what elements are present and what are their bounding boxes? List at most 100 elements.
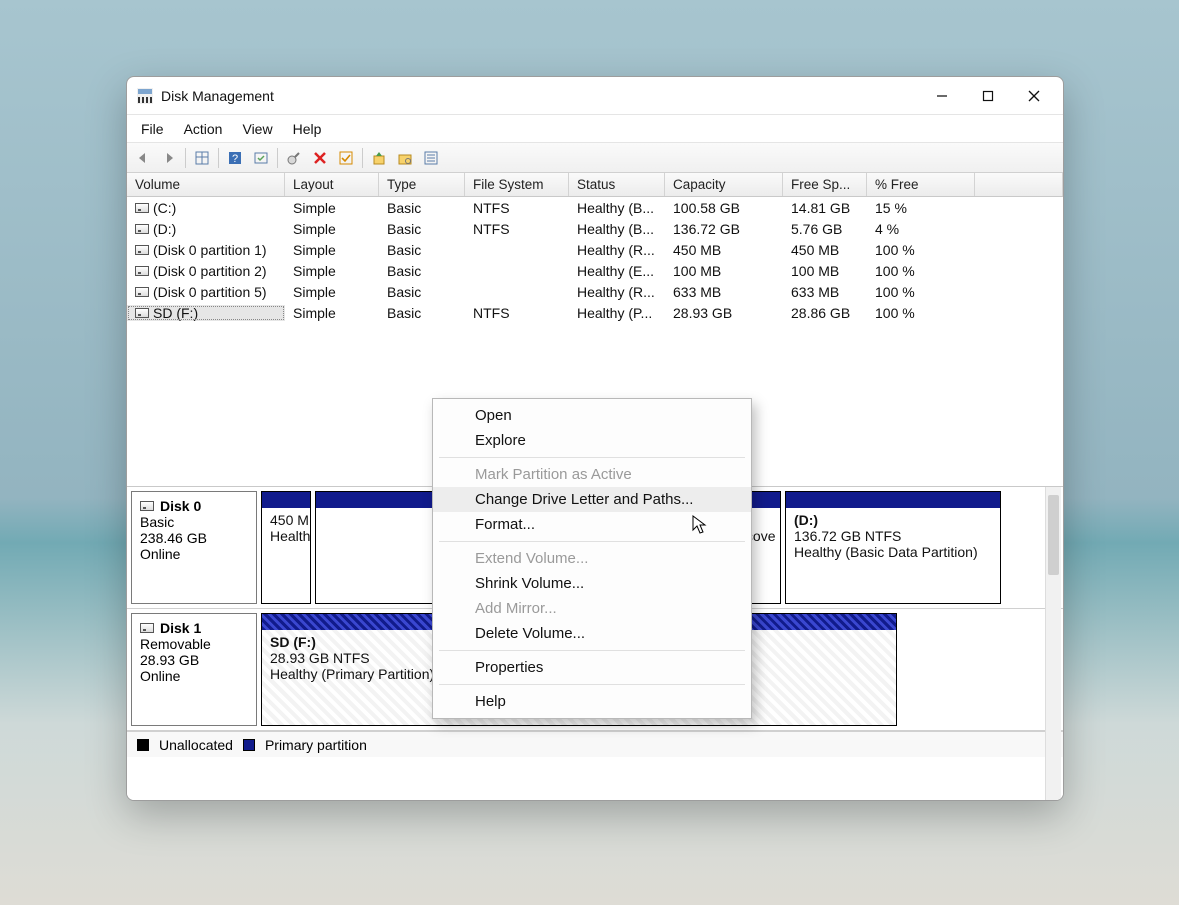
col-status[interactable]: Status xyxy=(569,173,665,196)
menubar: File Action View Help xyxy=(127,115,1063,143)
cell: NTFS xyxy=(465,305,569,321)
volume-icon xyxy=(135,245,149,255)
volume-row[interactable]: (Disk 0 partition 2)SimpleBasicHealthy (… xyxy=(127,260,1063,281)
cell: 4 % xyxy=(867,221,975,237)
cell: Healthy (P... xyxy=(569,305,665,321)
svg-text:?: ? xyxy=(232,153,238,165)
ctx-change-drive-letter[interactable]: Change Drive Letter and Paths... xyxy=(433,487,751,512)
toolbar: ? xyxy=(127,143,1063,173)
cell: 15 % xyxy=(867,200,975,216)
window-title: Disk Management xyxy=(161,88,274,104)
cell: 633 MB xyxy=(665,284,783,300)
cell: Healthy (B... xyxy=(569,221,665,237)
up-icon[interactable] xyxy=(367,147,391,169)
disk-label[interactable]: Disk 1Removable28.93 GBOnline xyxy=(131,613,257,726)
swatch-primary xyxy=(243,739,255,751)
menu-action[interactable]: Action xyxy=(174,119,233,139)
ctx-explore[interactable]: Explore xyxy=(433,428,751,453)
cell: Healthy (B... xyxy=(569,200,665,216)
partition[interactable]: 450 MBHealthy (Recove xyxy=(261,491,311,604)
volume-row[interactable]: (D:)SimpleBasicNTFSHealthy (B...136.72 G… xyxy=(127,218,1063,239)
volume-icon xyxy=(135,308,149,318)
ctx-shrink-volume[interactable]: Shrink Volume... xyxy=(433,571,751,596)
menu-view[interactable]: View xyxy=(232,119,282,139)
cell: NTFS xyxy=(465,221,569,237)
folder-search-icon[interactable] xyxy=(393,147,417,169)
volume-icon xyxy=(135,287,149,297)
volume-list-header: Volume Layout Type File System Status Ca… xyxy=(127,173,1063,197)
toolbar-divider xyxy=(218,148,219,168)
cell: (C:) xyxy=(127,200,285,216)
help-icon[interactable]: ? xyxy=(223,147,247,169)
forward-icon[interactable] xyxy=(157,147,181,169)
action-icon[interactable] xyxy=(249,147,273,169)
properties-icon[interactable] xyxy=(419,147,443,169)
cell: 100 % xyxy=(867,263,975,279)
cell: SD (F:) xyxy=(127,305,285,321)
grid-icon[interactable] xyxy=(190,147,214,169)
col-freespace[interactable]: Free Sp... xyxy=(783,173,867,196)
ctx-properties[interactable]: Properties xyxy=(433,655,751,680)
back-icon[interactable] xyxy=(131,147,155,169)
volume-row[interactable]: (Disk 0 partition 5)SimpleBasicHealthy (… xyxy=(127,281,1063,302)
disk-label[interactable]: Disk 0Basic238.46 GBOnline xyxy=(131,491,257,604)
cell: 450 MB xyxy=(783,242,867,258)
ctx-extend-volume: Extend Volume... xyxy=(433,546,751,571)
col-pctfree[interactable]: % Free xyxy=(867,173,975,196)
scrollbar-thumb[interactable] xyxy=(1048,495,1059,575)
maximize-button[interactable] xyxy=(965,80,1011,112)
col-filesystem[interactable]: File System xyxy=(465,173,569,196)
volume-row[interactable]: SD (F:)SimpleBasicNTFSHealthy (P...28.93… xyxy=(127,302,1063,323)
check-icon[interactable] xyxy=(334,147,358,169)
partition[interactable]: (D:)136.72 GB NTFSHealthy (Basic Data Pa… xyxy=(785,491,1001,604)
toolbar-divider xyxy=(185,148,186,168)
cell: 450 MB xyxy=(665,242,783,258)
cell: 100 % xyxy=(867,242,975,258)
disk-icon xyxy=(140,501,154,511)
app-icon xyxy=(137,88,153,104)
ctx-add-mirror: Add Mirror... xyxy=(433,596,751,621)
partition-bar xyxy=(262,492,310,508)
legend: Unallocated Primary partition xyxy=(127,731,1063,757)
col-volume[interactable]: Volume xyxy=(127,173,285,196)
cell: 28.86 GB xyxy=(783,305,867,321)
cell: Basic xyxy=(379,242,465,258)
ctx-delete-volume[interactable]: Delete Volume... xyxy=(433,621,751,646)
cell: Simple xyxy=(285,221,379,237)
close-button[interactable] xyxy=(1011,80,1057,112)
menu-file[interactable]: File xyxy=(131,119,174,139)
cell: 633 MB xyxy=(783,284,867,300)
cell: 100 MB xyxy=(783,263,867,279)
volume-icon xyxy=(135,224,149,234)
scrollbar[interactable] xyxy=(1045,487,1061,800)
ctx-mark-partition-active: Mark Partition as Active xyxy=(433,462,751,487)
col-capacity[interactable]: Capacity xyxy=(665,173,783,196)
col-extra xyxy=(975,173,1063,196)
ctx-separator xyxy=(439,684,745,685)
cell: Basic xyxy=(379,284,465,300)
menu-help[interactable]: Help xyxy=(283,119,332,139)
cell: Simple xyxy=(285,284,379,300)
cell: 100.58 GB xyxy=(665,200,783,216)
disk-management-window: Disk Management File Action View Help ? xyxy=(126,76,1064,801)
cell: Basic xyxy=(379,221,465,237)
cell: (Disk 0 partition 5) xyxy=(127,284,285,300)
cell: Basic xyxy=(379,200,465,216)
volume-row[interactable]: (C:)SimpleBasicNTFSHealthy (B...100.58 G… xyxy=(127,197,1063,218)
minimize-button[interactable] xyxy=(919,80,965,112)
cell: Simple xyxy=(285,242,379,258)
cell: Simple xyxy=(285,263,379,279)
col-type[interactable]: Type xyxy=(379,173,465,196)
delete-icon[interactable] xyxy=(308,147,332,169)
ctx-help[interactable]: Help xyxy=(433,689,751,714)
cell: 28.93 GB xyxy=(665,305,783,321)
titlebar[interactable]: Disk Management xyxy=(127,77,1063,115)
ctx-format[interactable]: Format... xyxy=(433,512,751,537)
partition-content: 450 MBHealthy (Recove xyxy=(262,508,310,603)
ctx-open[interactable]: Open xyxy=(433,403,751,428)
disk-icon xyxy=(140,623,154,633)
volume-row[interactable]: (Disk 0 partition 1)SimpleBasicHealthy (… xyxy=(127,239,1063,260)
refresh-icon[interactable] xyxy=(282,147,306,169)
partition-bar xyxy=(786,492,1000,508)
col-layout[interactable]: Layout xyxy=(285,173,379,196)
